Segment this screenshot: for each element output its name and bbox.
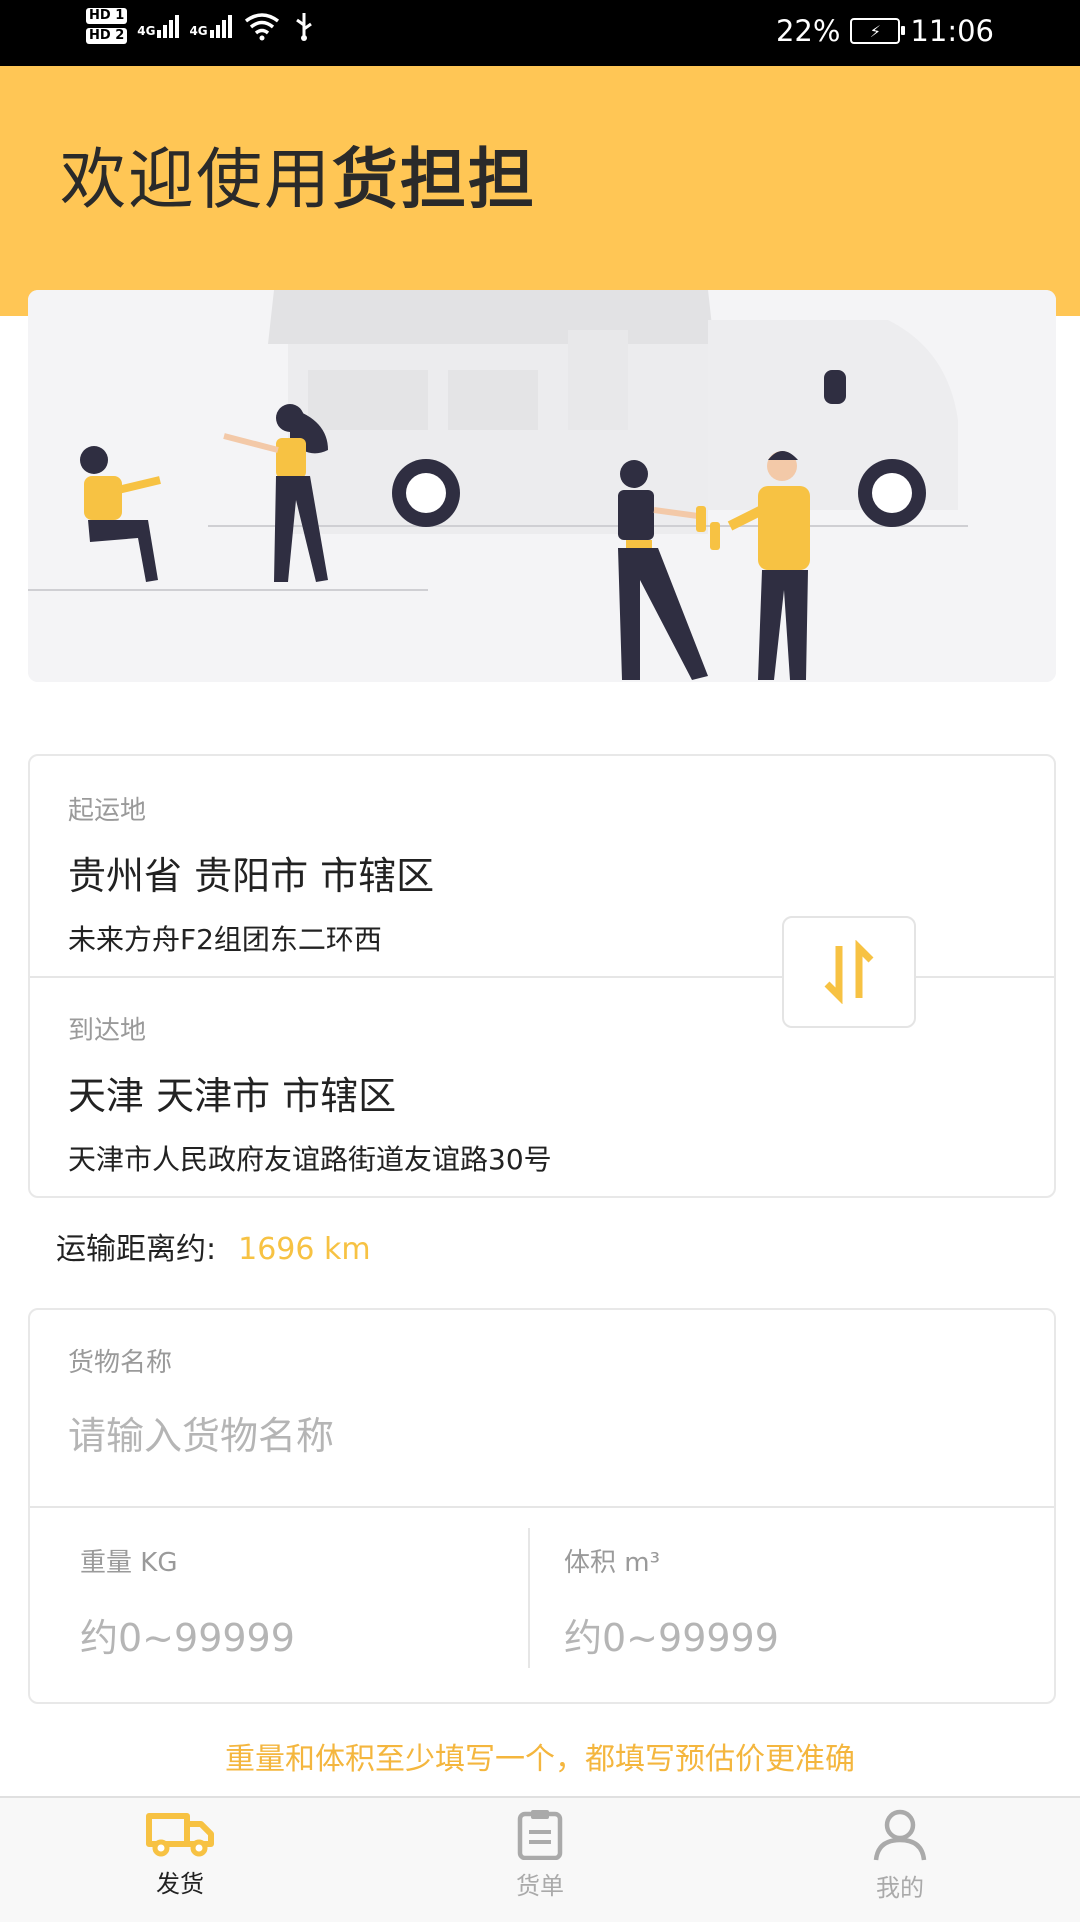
cargo-name-field[interactable]: 货物名称 请输入货物名称 — [68, 1342, 334, 1460]
hd1-badge: HD 1 — [86, 8, 128, 24]
swap-arrows-icon — [824, 940, 874, 1004]
tab-ship[interactable]: 发货 — [110, 1808, 250, 1899]
tab-orders[interactable]: 货单 — [470, 1808, 610, 1901]
origin-address: 未来方舟F2组团东二环西 — [68, 923, 382, 956]
page-title: 欢迎使用货担担 — [60, 126, 536, 222]
hd2-badge: HD 2 — [86, 28, 128, 44]
cargo-vertical-divider — [528, 1528, 530, 1668]
signal2-icon: 4G — [189, 14, 232, 38]
tab-ship-label: 发货 — [156, 1870, 204, 1898]
wifi-icon — [244, 13, 279, 41]
app-name: 货担担 — [332, 141, 536, 218]
tab-profile-label: 我的 — [876, 1874, 924, 1902]
cargo-name-label: 货物名称 — [68, 1348, 173, 1378]
destination-label: 到达地 — [68, 1016, 147, 1046]
weight-field[interactable]: 重量 KG 约0~99999 — [80, 1542, 295, 1662]
delivery-illustration — [28, 290, 1056, 682]
battery-icon: ⚡ — [850, 18, 906, 44]
distance-value: 1696 km — [238, 1232, 371, 1267]
battery-percent: 22% — [775, 14, 841, 48]
tab-orders-label: 货单 — [516, 1872, 564, 1900]
route-card: 起运地 贵州省 贵阳市 市辖区 未来方舟F2组团东二环西 到达地 天津 天津市 … — [28, 754, 1056, 1198]
header: 欢迎使用货担担 — [0, 66, 1080, 316]
bottom-tab-bar: 发货 货单 我的 — [0, 1796, 1080, 1922]
distance-row: 运输距离约: 1696 km — [56, 1224, 371, 1268]
origin-section[interactable]: 起运地 贵州省 贵阳市 市辖区 未来方舟F2组团东二环西 — [68, 790, 434, 958]
cargo-name-input[interactable]: 请输入货物名称 — [68, 1405, 334, 1460]
clock: 11:06 — [910, 14, 994, 48]
swap-route-button[interactable] — [782, 916, 916, 1028]
banner-illustration — [28, 290, 1056, 682]
usb-icon — [295, 13, 312, 41]
tab-profile[interactable]: 我的 — [830, 1808, 970, 1903]
cargo-card: 货物名称 请输入货物名称 重量 KG 约0~99999 体积 m³ 约0~999… — [28, 1308, 1056, 1704]
destination-city: 天津 天津市 市辖区 — [68, 1074, 397, 1118]
clipboard-icon — [517, 1810, 563, 1860]
volume-label: 体积 m³ — [564, 1548, 661, 1578]
destination-section[interactable]: 到达地 天津 天津市 市辖区 天津市人民政府友谊路街道友谊路30号 — [68, 1010, 552, 1178]
volume-field[interactable]: 体积 m³ 约0~99999 — [564, 1542, 779, 1662]
origin-city: 贵州省 贵阳市 市辖区 — [68, 854, 435, 898]
person-icon — [873, 1809, 927, 1861]
cargo-divider — [30, 1506, 1054, 1508]
status-bar: HD 1 HD 2 4G 4G 22% ⚡ 11:06 — [0, 0, 1080, 66]
welcome-text: 欢迎使用 — [60, 141, 332, 218]
destination-address: 天津市人民政府友谊路街道友谊路30号 — [68, 1143, 552, 1176]
distance-label: 运输距离约: — [56, 1232, 217, 1267]
hint-text: 重量和体积至少填写一个，都填写预估价更准确 — [225, 1742, 855, 1777]
weight-label: 重量 KG — [80, 1548, 178, 1578]
signal1-icon: 4G — [137, 14, 180, 38]
weight-input[interactable]: 约0~99999 — [80, 1607, 295, 1662]
truck-icon — [146, 1813, 214, 1857]
origin-label: 起运地 — [68, 796, 147, 826]
volume-input[interactable]: 约0~99999 — [564, 1607, 779, 1662]
